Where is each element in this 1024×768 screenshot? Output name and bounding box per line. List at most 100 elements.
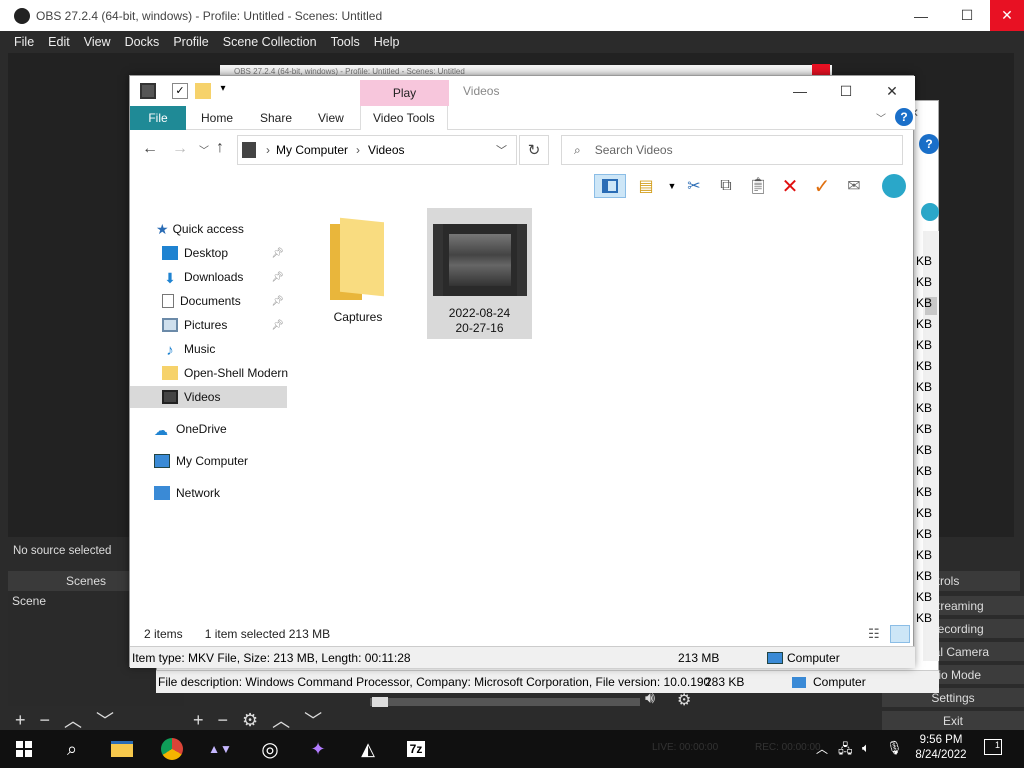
file-item-captures[interactable]: Captures [306, 210, 410, 340]
explorer-maximize-button[interactable]: ☐ [823, 76, 869, 106]
tab-play[interactable]: Play [360, 80, 449, 106]
tray-expand-icon[interactable]: ︿ [816, 740, 828, 757]
nav-documents[interactable]: Documents 📌︎ [130, 290, 287, 312]
menu-tools[interactable]: Tools [331, 35, 360, 49]
new-folder-icon[interactable] [195, 83, 211, 99]
search-icon: ⌕ [574, 142, 581, 157]
nav-network[interactable]: Network [154, 482, 311, 504]
search-taskbar-icon[interactable]: ⌕ [54, 735, 90, 763]
forward-icon[interactable]: → [172, 140, 188, 158]
address-dropdown-icon[interactable]: ﹀ [496, 142, 507, 158]
remove-source-icon[interactable]: − [218, 710, 229, 731]
ribbon-tabs: File Home Share View Video Tools ﹀ ? [130, 106, 915, 130]
properties-icon[interactable]: ✓ [172, 83, 188, 99]
bg-kb-18: KB [916, 611, 933, 625]
help-icon[interactable]: ? [895, 108, 913, 126]
add-source-icon[interactable]: + [193, 710, 204, 731]
scene-item[interactable]: Scene [12, 594, 46, 608]
star-icon: ★ [156, 220, 169, 237]
volume-slider[interactable] [370, 698, 640, 706]
bg-computer-icon [792, 677, 806, 688]
maximize-button[interactable]: ☐ [944, 0, 990, 31]
details-view-icon[interactable]: ☷ [868, 626, 880, 642]
refresh-icon[interactable]: ↻ [519, 135, 549, 165]
nav-downloads-label: Downloads [184, 270, 244, 284]
network-tray-icon[interactable]: 🖧︎ [838, 740, 853, 762]
chrome-icon[interactable] [154, 735, 190, 763]
exit-button[interactable]: Exit [882, 711, 1024, 732]
search-placeholder: Search Videos [594, 143, 673, 157]
bg-kb-14: KB [916, 527, 933, 541]
nav-my-computer[interactable]: My Computer [154, 450, 311, 472]
bg-kb-5: KB [916, 338, 933, 352]
qat-dropdown-icon[interactable]: ▾ [215, 83, 231, 99]
nav-videos[interactable]: Videos [130, 386, 287, 408]
volume-handle[interactable] [372, 697, 388, 707]
tab-share[interactable]: Share [260, 106, 292, 130]
explorer-close-button[interactable]: ✕ [869, 76, 915, 106]
navigation-pane-icon[interactable] [594, 174, 626, 198]
delete-icon[interactable]: ✕ [778, 174, 802, 198]
file-explorer-icon[interactable] [104, 735, 140, 763]
copy-icon[interactable]: ⧉ [714, 174, 738, 198]
obs-taskbar-icon[interactable]: ◎ [252, 735, 288, 763]
nav-pictures[interactable]: Pictures 📌︎ [130, 314, 287, 336]
breadcrumb-my-computer[interactable]: My Computer [276, 143, 348, 157]
minimize-button[interactable]: — [898, 0, 944, 31]
nav-music[interactable]: ♪ Music [130, 338, 287, 360]
nav-desktop[interactable]: Desktop 📌︎ [130, 242, 287, 264]
start-icon[interactable] [6, 735, 42, 763]
source-settings-icon[interactable]: ⚙ [242, 710, 258, 731]
breadcrumb-videos[interactable]: Videos [368, 143, 404, 157]
ribbon-expand-icon[interactable]: ﹀ [876, 110, 886, 125]
properties-check-icon[interactable]: ✓ [810, 174, 834, 198]
remove-scene-icon[interactable]: − [40, 710, 51, 731]
menu-profile[interactable]: Profile [173, 35, 208, 49]
audio-settings-icon[interactable]: ⚙ [677, 690, 691, 710]
obs-title-bar: OBS 27.2.4 (64-bit, windows) - Profile: … [0, 0, 1024, 31]
breadcrumb-sep-icon: › [356, 143, 361, 157]
tab-view[interactable]: View [318, 106, 344, 130]
views-icon[interactable]: ▤ [634, 174, 658, 198]
tab-video-tools[interactable]: Video Tools [360, 106, 448, 130]
search-box[interactable]: ⌕ Search Videos [561, 135, 903, 165]
pictures-icon [162, 318, 178, 332]
paste-icon[interactable]: 📋︎ [746, 174, 770, 198]
cut-icon[interactable]: ✂ [682, 174, 706, 198]
menu-help[interactable]: Help [374, 35, 400, 49]
menu-file[interactable]: File [14, 35, 34, 49]
menu-edit[interactable]: Edit [48, 35, 70, 49]
video-thumbnail-icon [432, 224, 527, 296]
7zip-icon[interactable]: 7z [398, 735, 434, 763]
menu-scene-collection[interactable]: Scene Collection [223, 35, 317, 49]
bg-help-icon[interactable]: ? [919, 134, 939, 154]
close-button[interactable]: ✕ [990, 0, 1024, 31]
affinity-icon[interactable]: ▲▼ [202, 735, 238, 763]
up-icon[interactable]: ↑ [216, 139, 224, 157]
recent-dropdown-icon[interactable]: ﹀ [199, 142, 209, 157]
open-shell-icon[interactable] [882, 174, 906, 198]
bg-info-bar: File description: Windows Command Proces… [156, 670, 939, 693]
explorer-minimize-button[interactable]: — [777, 76, 823, 106]
views-dropdown-icon[interactable]: ▼ [660, 174, 684, 198]
mic-tray-icon[interactable]: 🎙︎ [886, 740, 903, 756]
file-item-video[interactable]: 2022-08-24 20-27-16 [427, 208, 532, 339]
back-icon[interactable]: ← [142, 140, 158, 158]
game-app-icon[interactable]: ✦ [300, 735, 336, 763]
videos-icon [162, 390, 178, 404]
email-icon[interactable]: ✉ [842, 174, 866, 198]
add-scene-icon[interactable]: + [15, 710, 26, 731]
address-bar[interactable]: › My Computer › Videos ﹀ [237, 135, 517, 165]
notification-icon[interactable]: 1 [984, 739, 1002, 755]
nav-downloads[interactable]: ⬇ Downloads 📌︎ [130, 266, 287, 288]
tab-home[interactable]: Home [201, 106, 233, 130]
tab-file[interactable]: File [130, 106, 186, 130]
clock[interactable]: 9:56 PM 8/24/2022 [910, 733, 972, 763]
inkscape-icon[interactable]: ◭ [350, 735, 386, 763]
menu-docks[interactable]: Docks [125, 35, 160, 49]
nav-open-shell[interactable]: Open-Shell Modern [130, 362, 290, 384]
volume-tray-icon[interactable]: 🔈︎ [862, 740, 870, 756]
large-icons-view-icon[interactable] [890, 625, 910, 643]
nav-onedrive[interactable]: ☁ OneDrive [154, 418, 311, 440]
menu-view[interactable]: View [84, 35, 111, 49]
